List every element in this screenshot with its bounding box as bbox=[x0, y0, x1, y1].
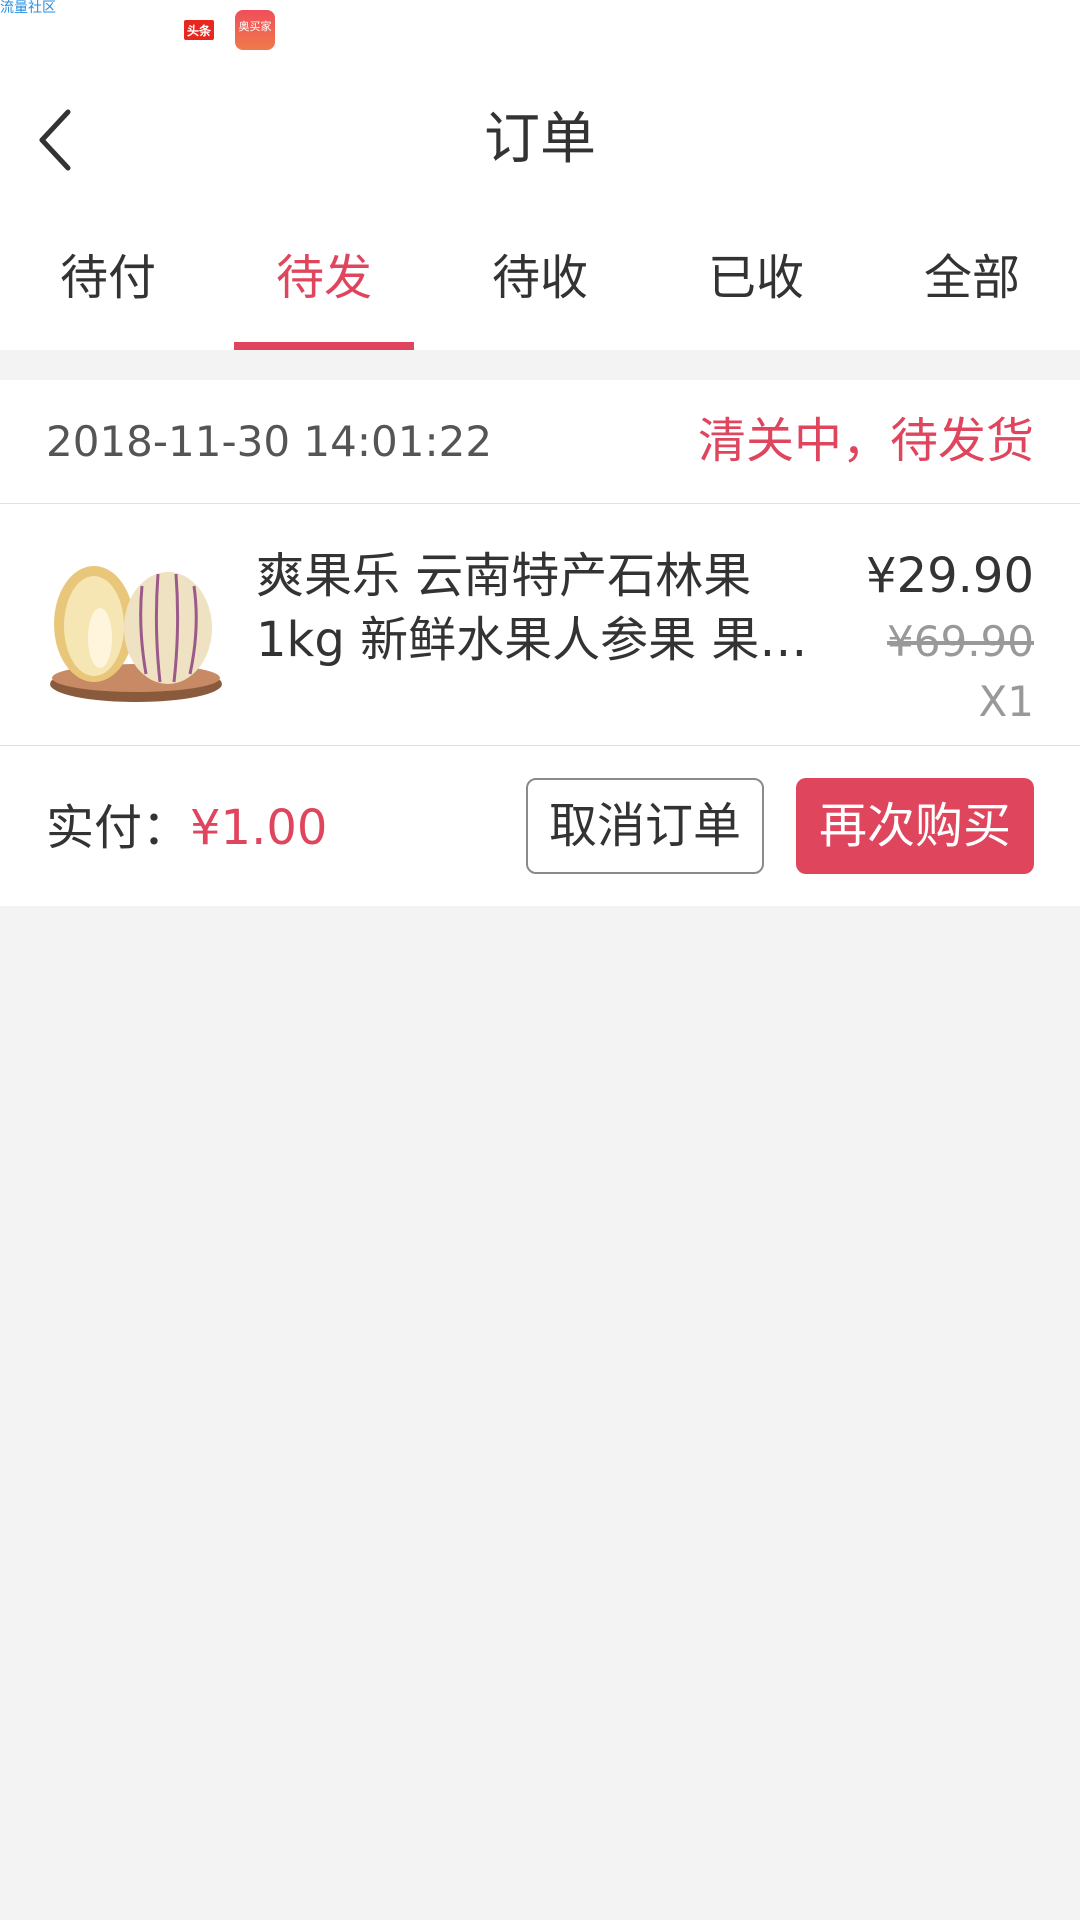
active-tab-indicator bbox=[234, 342, 414, 350]
header: 订单 bbox=[0, 60, 1080, 210]
tab-label: 全部 bbox=[923, 250, 1020, 306]
cancel-order-button[interactable]: 取消订单 bbox=[526, 778, 764, 874]
tab-label: 已收 bbox=[707, 250, 804, 306]
tab-pending-payment[interactable]: 待付 bbox=[0, 210, 216, 350]
paid-amount: 实付：¥1.00 bbox=[46, 796, 327, 860]
paid-label: 实付： bbox=[46, 800, 191, 856]
tab-received[interactable]: 已收 bbox=[648, 210, 864, 350]
paid-value: ¥1.00 bbox=[190, 800, 328, 856]
tab-all[interactable]: 全部 bbox=[864, 210, 1080, 350]
order-tabs: 待付 待发 待收 已收 全部 bbox=[0, 210, 1080, 350]
product-name: 爽果乐 云南特产石林果1kg 新鲜水果人参果 果… bbox=[256, 548, 808, 668]
tab-pending-shipment[interactable]: 待发 bbox=[216, 210, 432, 350]
order-status: 清关中，待发货 bbox=[697, 413, 1034, 469]
store-app-icon: 奥买家 bbox=[235, 10, 275, 50]
product-image bbox=[50, 566, 222, 702]
tab-pending-receipt[interactable]: 待收 bbox=[432, 210, 648, 350]
order-header: 2018-11-30 14:01:22 清关中，待发货 bbox=[0, 380, 1080, 504]
product-quantity: X1 bbox=[978, 677, 1035, 726]
tab-label: 待发 bbox=[275, 250, 372, 306]
product-row[interactable]: 爽果乐 云南特产石林果1kg 新鲜水果人参果 果… ¥29.90 ¥69.90 … bbox=[0, 504, 1080, 746]
status-bar: 流量社区 头条 奥买家 bbox=[0, 0, 1080, 60]
tab-label: 待付 bbox=[59, 250, 156, 306]
tab-label: 待收 bbox=[491, 250, 588, 306]
page-title: 订单 bbox=[484, 107, 596, 172]
order-footer: 实付：¥1.00 取消订单 再次购买 bbox=[0, 746, 1080, 906]
product-original-price: ¥69.90 bbox=[887, 617, 1034, 666]
status-bar-text: 流量社区 bbox=[0, 0, 56, 16]
buy-again-button[interactable]: 再次购买 bbox=[796, 778, 1034, 874]
product-price: ¥29.90 bbox=[866, 548, 1034, 604]
order-time: 2018-11-30 14:01:22 bbox=[46, 417, 493, 466]
order-card[interactable]: 2018-11-30 14:01:22 清关中，待发货 爽果乐 云南特产石林果1… bbox=[0, 380, 1080, 906]
toutiao-app-icon: 头条 bbox=[184, 20, 214, 40]
